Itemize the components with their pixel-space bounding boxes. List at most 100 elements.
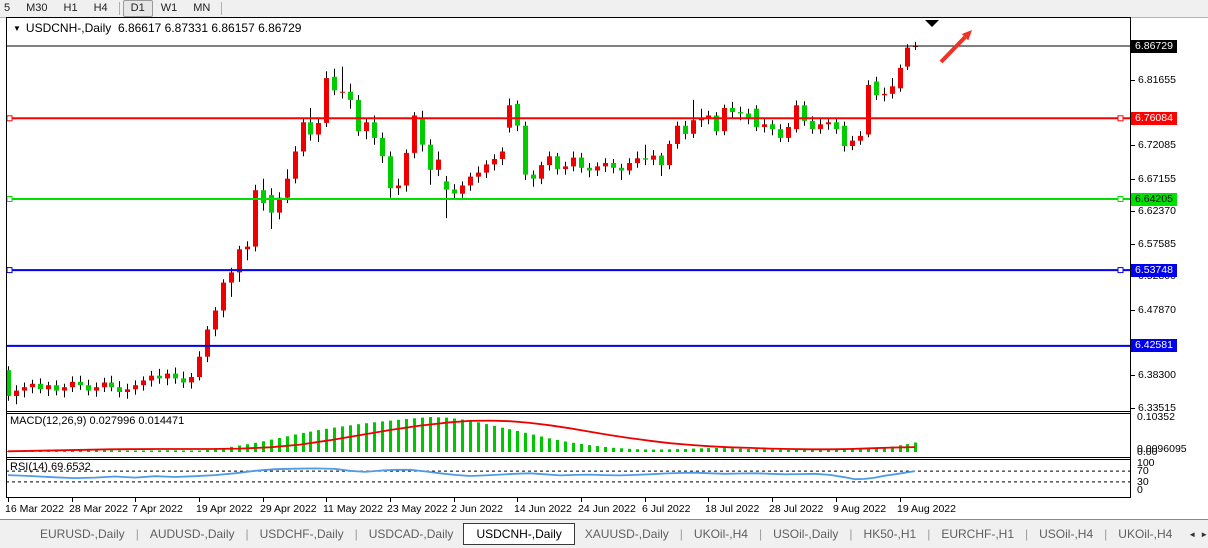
date-tick-label: 19 Aug 2022 bbox=[897, 503, 956, 515]
candle-body bbox=[515, 104, 520, 126]
timeframe-button-h1[interactable]: H1 bbox=[56, 0, 86, 17]
timeframe-button-m30[interactable]: M30 bbox=[18, 0, 55, 17]
candle-body bbox=[94, 387, 99, 390]
price-badge: 6.53748 bbox=[1131, 264, 1177, 277]
horizontal-line-6.53748[interactable] bbox=[6, 268, 1130, 273]
candle-body bbox=[523, 126, 528, 175]
candle-body bbox=[898, 68, 903, 88]
date-tick-mark bbox=[8, 498, 9, 502]
timeframe-toolbar: 5M30H1H4 D1W1MN bbox=[0, 0, 1208, 18]
candle-body bbox=[364, 122, 369, 131]
candle-body bbox=[436, 160, 441, 170]
date-tick-label: 2 Jun 2022 bbox=[451, 503, 503, 515]
price-tick-mark bbox=[1131, 408, 1135, 409]
line-handle[interactable] bbox=[1118, 116, 1123, 121]
tab-scroll-arrows[interactable]: ◄► bbox=[1188, 530, 1208, 539]
tab-ukoil-h4[interactable]: UKOil-,H4 bbox=[1108, 524, 1182, 544]
candle-body bbox=[109, 383, 114, 388]
tab-hk50-h1[interactable]: HK50-,H1 bbox=[854, 524, 927, 544]
candle-body bbox=[770, 124, 775, 129]
date-tick-mark bbox=[263, 498, 264, 502]
candle-body bbox=[308, 122, 313, 134]
candle-body bbox=[778, 129, 783, 138]
tab-usdchf-daily[interactable]: USDCHF-,Daily bbox=[250, 524, 354, 544]
tab-eurusd-daily[interactable]: EURUSD-,Daily bbox=[30, 524, 135, 544]
candle-body bbox=[834, 122, 839, 129]
timeframe-button-h4[interactable]: H4 bbox=[86, 0, 116, 17]
candle-body bbox=[563, 166, 568, 169]
pane-separator[interactable] bbox=[6, 411, 1130, 412]
candle-body bbox=[874, 82, 879, 96]
chart-border-top bbox=[6, 17, 1130, 18]
price-axis[interactable]: 6.816556.720856.671556.623706.575856.528… bbox=[1131, 17, 1208, 498]
date-tick-mark bbox=[645, 498, 646, 502]
candle-body bbox=[157, 376, 162, 379]
rsi-pane bbox=[6, 459, 1130, 497]
date-tick-mark bbox=[517, 498, 518, 502]
time-axis[interactable]: 16 Mar 202228 Mar 20227 Apr 202219 Apr 2… bbox=[0, 497, 1208, 518]
tab-usdcad-daily[interactable]: USDCAD-,Daily bbox=[359, 524, 464, 544]
chart-border-right bbox=[1130, 17, 1131, 498]
tab-usoil-daily[interactable]: USOil-,Daily bbox=[763, 524, 848, 544]
pane-separator[interactable] bbox=[6, 459, 1130, 460]
horizontal-line-6.64205[interactable] bbox=[6, 197, 1130, 202]
candle-body bbox=[547, 156, 552, 165]
price-tick-mark bbox=[1131, 211, 1135, 212]
candle-body bbox=[205, 330, 210, 357]
timeframe-button-5[interactable]: 5 bbox=[0, 0, 18, 17]
date-tick-label: 28 Mar 2022 bbox=[69, 503, 128, 515]
timeframe-button-w1[interactable]: W1 bbox=[153, 0, 186, 17]
tab-ukoil-h4[interactable]: UKOil-,H4 bbox=[684, 524, 758, 544]
date-tick-label: 11 May 2022 bbox=[323, 503, 383, 515]
line-handle[interactable] bbox=[7, 116, 12, 121]
candle-body bbox=[611, 163, 616, 168]
price-tick-label: 6.72085 bbox=[1138, 139, 1176, 151]
candle-body bbox=[261, 190, 266, 203]
candle-body bbox=[866, 85, 871, 135]
pane-separator[interactable] bbox=[6, 413, 1130, 414]
price-tick-mark bbox=[1131, 310, 1135, 311]
price-tick-mark bbox=[1131, 276, 1135, 277]
horizontal-line-6.76084[interactable] bbox=[6, 116, 1130, 121]
candle-body bbox=[149, 376, 154, 381]
tab-eurchf-h1[interactable]: EURCHF-,H1 bbox=[931, 524, 1024, 544]
candle-body bbox=[412, 116, 417, 153]
tab-usdcnh-daily[interactable]: USDCNH-,Daily bbox=[463, 523, 574, 545]
price-tick-mark bbox=[1131, 80, 1135, 81]
candle-body bbox=[332, 77, 337, 91]
line-handle[interactable] bbox=[7, 197, 12, 202]
tab-usoil-h4[interactable]: USOil-,H4 bbox=[1029, 524, 1103, 544]
candle-body bbox=[14, 391, 19, 396]
candle-body bbox=[643, 158, 648, 159]
date-tick-mark bbox=[199, 498, 200, 502]
pane-separator[interactable] bbox=[6, 457, 1130, 458]
date-tick-label: 7 Apr 2022 bbox=[132, 503, 183, 515]
candle-body bbox=[125, 389, 130, 392]
candle-body bbox=[245, 247, 250, 250]
candle-body bbox=[420, 119, 425, 145]
candle-body bbox=[229, 272, 234, 282]
tab-audusd-daily[interactable]: AUDUSD-,Daily bbox=[140, 524, 245, 544]
date-tick-label: 19 Apr 2022 bbox=[196, 503, 253, 515]
candle-body bbox=[102, 383, 107, 388]
candle-body bbox=[269, 195, 274, 213]
line-handle[interactable] bbox=[1118, 268, 1123, 273]
price-tick-label: 6.47870 bbox=[1138, 304, 1176, 316]
candle-body bbox=[730, 108, 735, 112]
candle-body bbox=[165, 374, 170, 379]
candle-body bbox=[476, 173, 481, 177]
date-tick-mark bbox=[772, 498, 773, 502]
price-tick-mark bbox=[1131, 145, 1135, 146]
candle-body bbox=[380, 138, 385, 156]
candle-body bbox=[117, 387, 122, 392]
timeframe-button-mn[interactable]: MN bbox=[185, 0, 218, 17]
line-handle[interactable] bbox=[7, 268, 12, 273]
candle-body bbox=[388, 156, 393, 188]
candle-body bbox=[452, 190, 457, 194]
timeframe-button-d1[interactable]: D1 bbox=[123, 0, 153, 17]
candle-body bbox=[675, 126, 680, 144]
tab-xauusd-daily[interactable]: XAUUSD-,Daily bbox=[575, 524, 679, 544]
line-handle[interactable] bbox=[1118, 197, 1123, 202]
candle-body bbox=[882, 94, 887, 95]
candle-body bbox=[86, 385, 91, 390]
